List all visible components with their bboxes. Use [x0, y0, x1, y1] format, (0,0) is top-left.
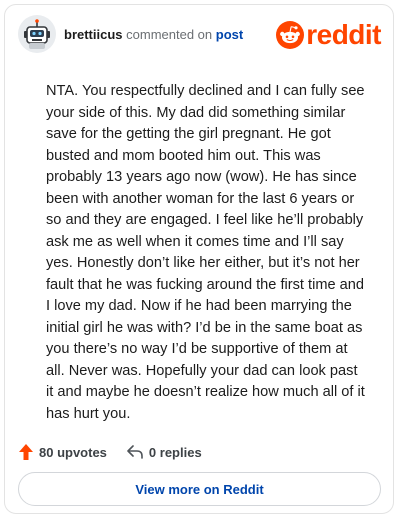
post-link[interactable]: post: [216, 27, 243, 42]
robot-avatar-icon: [18, 15, 56, 53]
reddit-logo[interactable]: reddit: [276, 21, 381, 49]
reply-count[interactable]: 0 replies: [127, 445, 202, 460]
upvote-arrow-icon: [19, 444, 33, 460]
comment-meta: brettiicus commented on post: [64, 27, 243, 43]
reddit-wordmark: reddit: [306, 19, 381, 50]
embedded-comment-card: brettiicus commented on post reddit NTA.…: [4, 4, 394, 514]
reddit-snoo-icon: [276, 21, 305, 49]
author-username[interactable]: brettiicus: [64, 27, 123, 42]
action-text: commented on: [126, 27, 213, 42]
comment-actions: 80 upvotes 0 replies: [19, 439, 202, 465]
upvotes-label: 80 upvotes: [39, 444, 107, 460]
reply-arrow-icon: [127, 445, 143, 459]
comment-header: brettiicus commented on post reddit: [18, 15, 381, 55]
user-avatar[interactable]: [18, 15, 56, 53]
comment-body: NTA. You respectfully declined and I can…: [46, 83, 365, 422]
view-more-button[interactable]: View more on Reddit: [18, 472, 381, 506]
replies-label: 0 replies: [148, 444, 202, 460]
upvote-count[interactable]: 80 upvotes: [19, 444, 107, 460]
